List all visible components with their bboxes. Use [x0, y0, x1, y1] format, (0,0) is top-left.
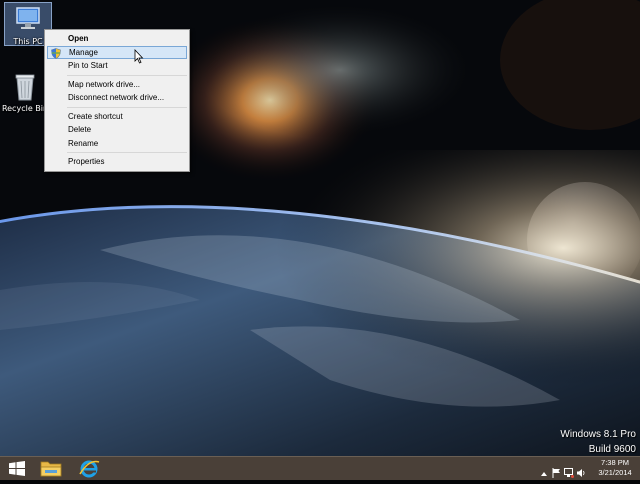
menu-separator — [67, 106, 187, 108]
computer-icon — [12, 5, 44, 37]
network-icon[interactable] — [564, 463, 574, 482]
windows-edition-text: Windows 8.1 Pro — [560, 429, 636, 440]
start-button[interactable] — [0, 457, 34, 480]
clock-time: 7:38 PM — [601, 458, 629, 467]
desktop[interactable]: This PC Recycle Bin Open Manage Pin to S… — [0, 0, 640, 456]
file-explorer-icon — [40, 461, 62, 477]
menu-item-delete[interactable]: Delete — [47, 123, 187, 137]
menu-item-manage[interactable]: Manage — [47, 45, 187, 59]
show-hidden-icons-icon[interactable] — [540, 463, 548, 482]
windows-version-watermark: Windows 8.1 Pro Build 9600 — [560, 427, 636, 456]
menu-item-open[interactable]: Open — [47, 32, 187, 46]
taskbar-file-explorer-button[interactable] — [34, 457, 68, 480]
taskbar-internet-explorer-button[interactable] — [72, 457, 106, 480]
taskbar-clock[interactable]: 7:38 PM 3/21/2014 — [595, 458, 635, 478]
menu-item-pin-to-start[interactable]: Pin to Start — [47, 59, 187, 73]
menu-separator — [67, 74, 187, 76]
menu-item-rename[interactable]: Rename — [47, 137, 187, 151]
mouse-pointer-icon — [134, 48, 144, 68]
recycle-bin-icon — [9, 72, 41, 104]
menu-item-create-shortcut[interactable]: Create shortcut — [47, 110, 187, 124]
desktop-icon-label: Recycle Bin — [1, 104, 49, 113]
volume-icon[interactable] — [576, 463, 586, 482]
clock-date: 3/21/2014 — [598, 468, 632, 477]
menu-item-disconnect-network-drive[interactable]: Disconnect network drive... — [47, 91, 187, 105]
menu-item-label: Manage — [69, 47, 98, 57]
menu-separator — [67, 152, 187, 153]
taskbar: 7:38 PM 3/21/2014 — [0, 456, 640, 480]
menu-item-map-network-drive[interactable]: Map network drive... — [47, 78, 187, 92]
context-menu: Open Manage Pin to Start Map network dri… — [44, 29, 190, 172]
menu-item-properties[interactable]: Properties — [47, 155, 187, 169]
windows-build-text: Build 9600 — [588, 444, 636, 455]
windows-logo-icon — [9, 461, 25, 476]
internet-explorer-icon — [79, 460, 100, 478]
recycle-bin-desktop-icon[interactable]: Recycle Bin — [1, 70, 49, 114]
action-center-flag-icon[interactable] — [552, 463, 561, 482]
